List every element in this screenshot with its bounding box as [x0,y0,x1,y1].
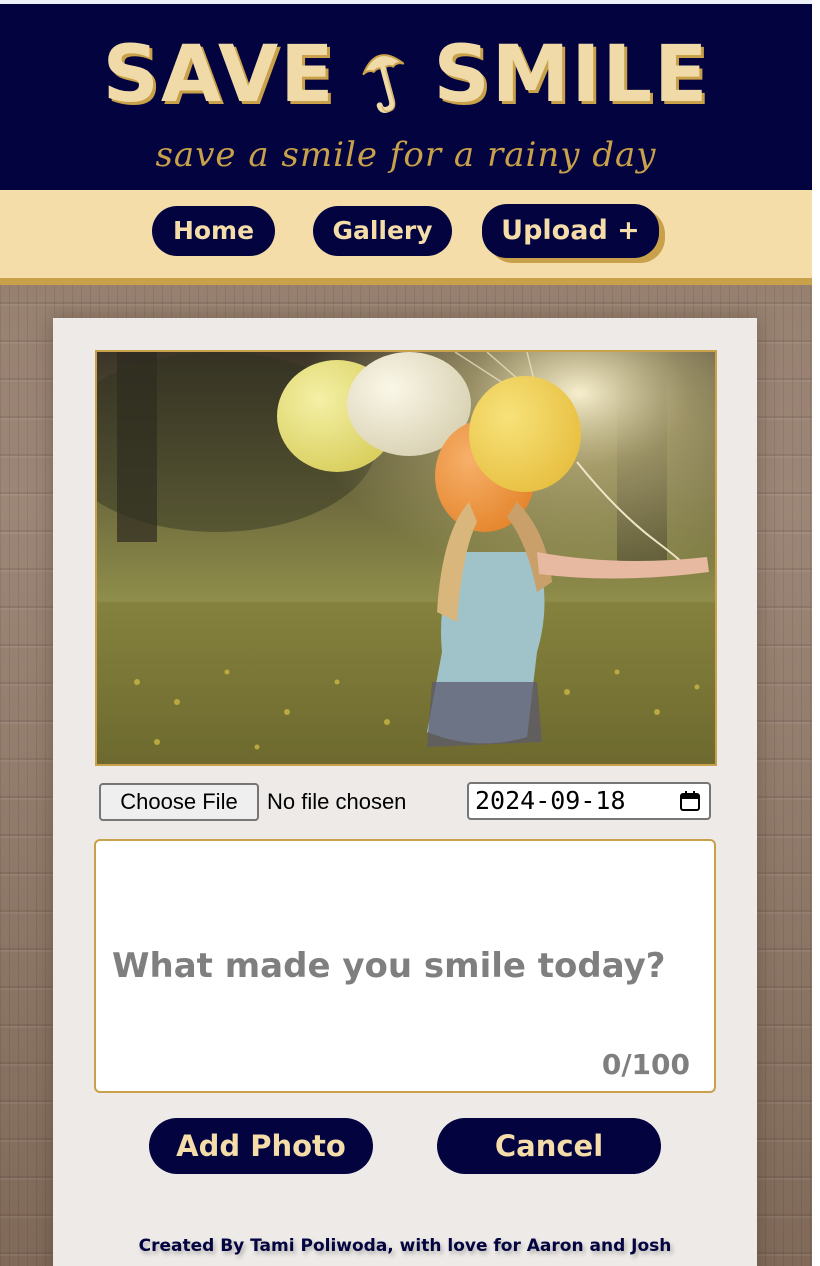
smile-description-textarea[interactable]: What made you smile today? 0/100 [94,839,716,1093]
file-row: Choose File No file chosen 2024-09-18 [99,782,713,822]
nav-home-button[interactable]: Home [152,206,275,256]
main-nav: Home Gallery Upload + [0,190,812,285]
calendar-icon[interactable] [679,790,701,812]
date-input[interactable]: 2024-09-18 [467,782,711,820]
photo-preview [95,350,717,766]
nav-upload-button[interactable]: Upload + [482,204,659,258]
char-counter: 0/100 [601,1048,690,1081]
logo-word-smile: SMILE [433,30,710,120]
umbrella-icon [354,35,416,115]
choose-file-button[interactable]: Choose File [99,783,259,821]
nav-gallery-button[interactable]: Gallery [313,206,452,256]
textarea-placeholder: What made you smile today? [112,946,666,986]
cancel-button[interactable]: Cancel [437,1118,661,1174]
footer-credit: Created By Tami Poliwoda, with love for … [138,1236,672,1256]
logo-word-save: SAVE [102,30,336,120]
photo-preview-image [97,352,715,764]
site-logo[interactable]: SAVE SMILE [0,30,812,120]
scrollbar-track [812,0,820,1266]
date-value: 2024-09-18 [475,786,626,815]
tagline: save a smile for a rainy day [155,135,657,175]
add-photo-button[interactable]: Add Photo [149,1118,373,1174]
upload-card: Choose File No file chosen 2024-09-18 Wh… [53,318,757,1266]
page: SAVE SMILE save a smile for a rainy day … [0,0,812,1266]
file-status-text: No file chosen [267,789,407,814]
site-header: SAVE SMILE save a smile for a rainy day [0,4,812,190]
